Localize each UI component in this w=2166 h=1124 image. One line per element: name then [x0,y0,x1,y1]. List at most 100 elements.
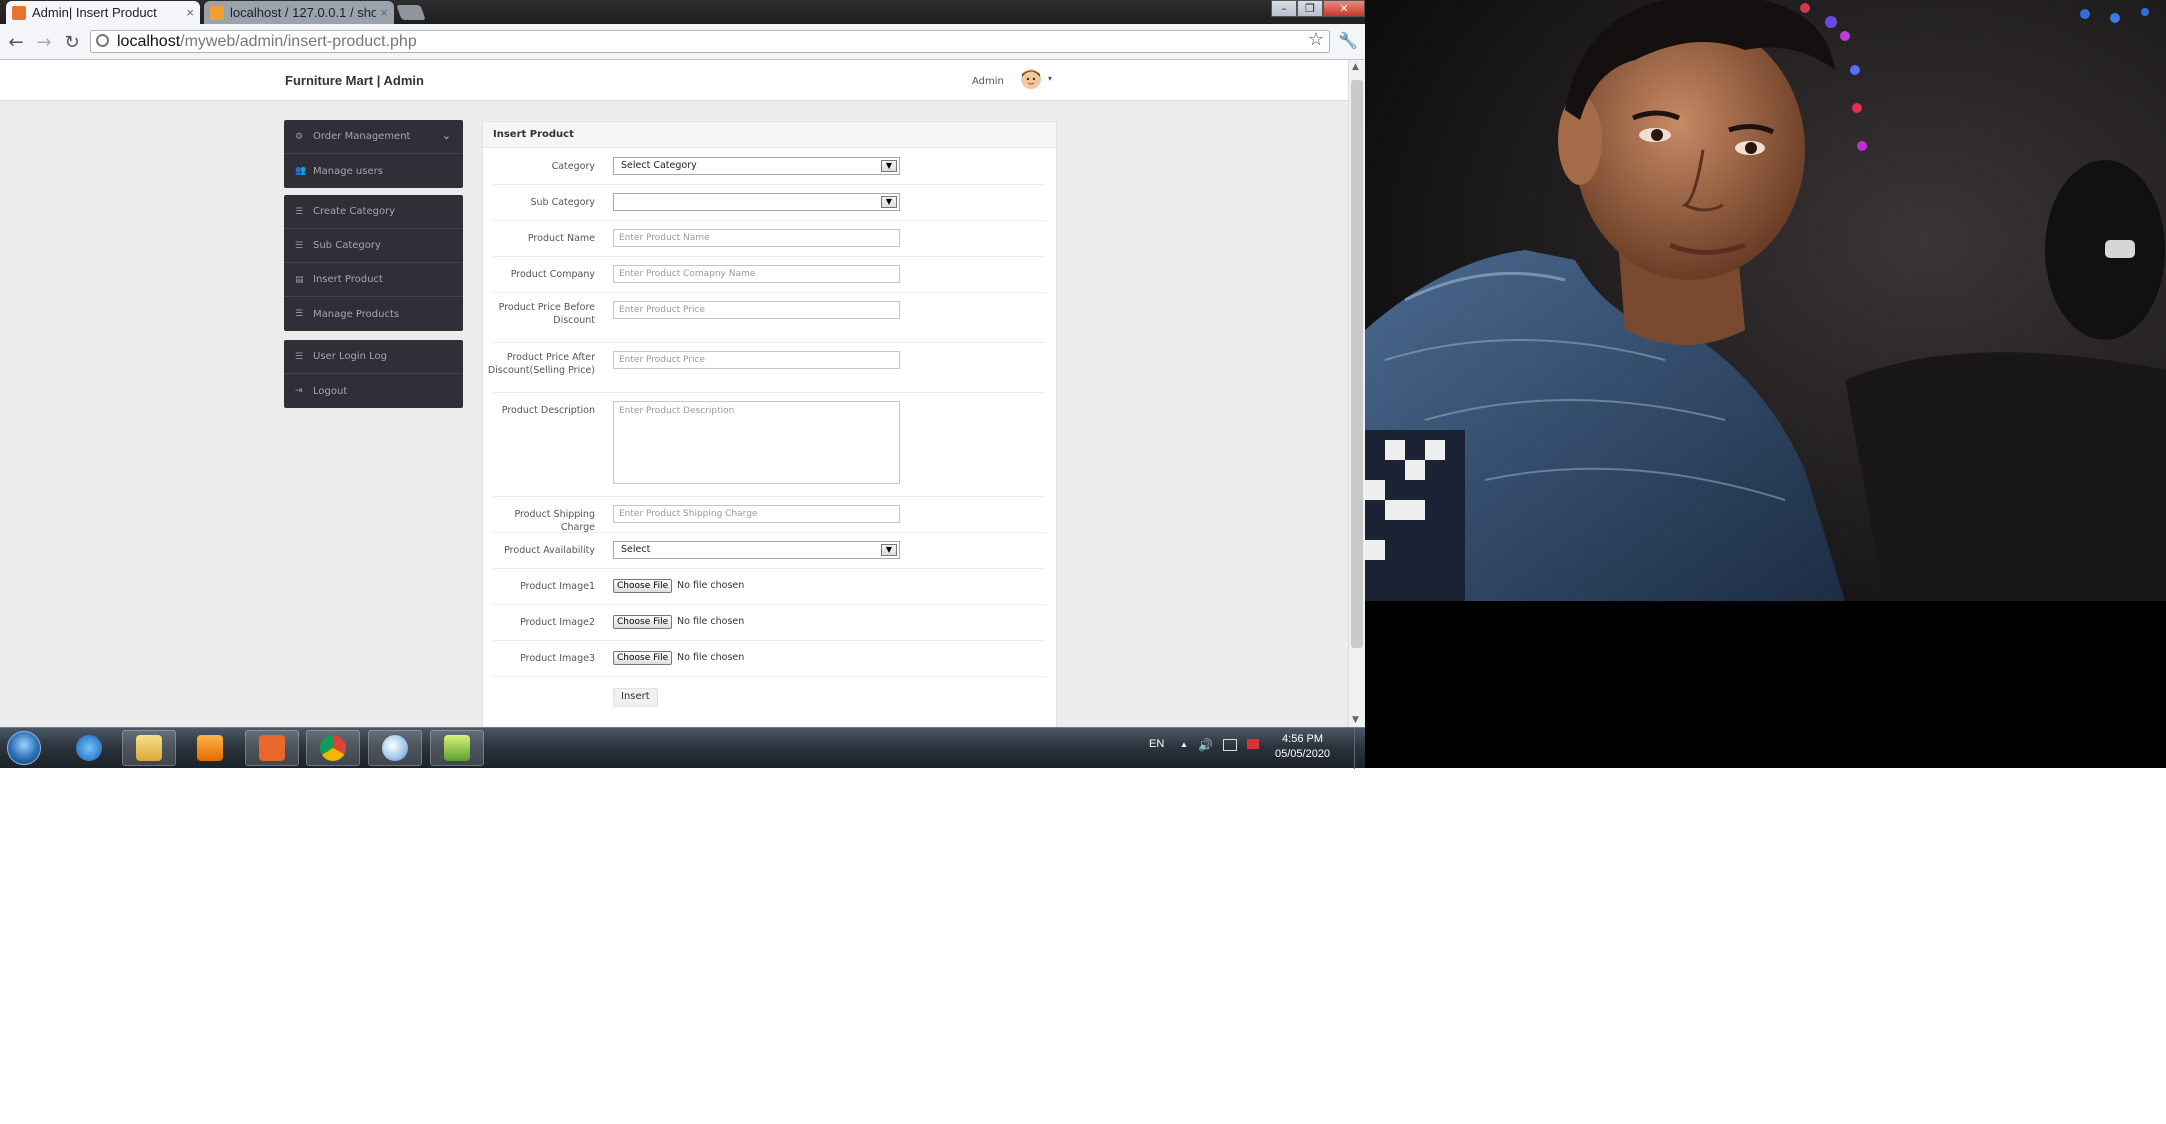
sidebar-item-logout[interactable]: ⇥ Logout [284,374,463,408]
image3-row: Product Image3 Choose File No file chose… [493,640,1046,677]
price-after-label: Product Price After Discount(Selling Pri… [485,351,595,377]
scroll-up-icon[interactable]: ▲ [1352,62,1359,72]
panel-title: Insert Product [483,122,1056,148]
subcategory-row: Sub Category ▼ [493,184,1046,221]
language-indicator[interactable]: EN [1149,738,1164,750]
sidebar-item-label: Order Management [313,131,411,142]
insert-button[interactable]: Insert [613,688,658,707]
sidebar-item-label: Logout [313,385,348,397]
category-select[interactable]: Select Category ▼ [613,157,900,175]
close-tab-icon[interactable]: × [186,5,194,20]
price-before-label-line1: Product Price Before [498,302,595,313]
sidebar-item-insert-product[interactable]: ▤ Insert Product [284,263,463,297]
image2-label: Product Image2 [520,617,595,628]
tab-phpmyadmin[interactable]: localhost / 127.0.0.1 / shopp × [204,1,394,24]
xampp-icon[interactable] [245,730,299,766]
sidebar-item-label: Create Category [313,206,396,217]
image2-row: Product Image2 Choose File No file chose… [493,604,1046,641]
media-player-icon[interactable] [183,730,237,766]
volume-icon[interactable]: 🔊 [1198,738,1213,752]
new-tab-button[interactable] [396,5,426,20]
dropdown-arrow-icon: ▼ [881,544,897,556]
back-arrow-icon[interactable]: ← [6,32,26,53]
page-scrollbar[interactable]: ▲ ▼ [1348,60,1365,727]
image2-file-status: No file chosen [677,616,745,627]
tab-label: localhost / 127.0.0.1 / shopp [230,5,377,20]
avatar[interactable] [1020,68,1042,90]
site-header: Furniture Mart | Admin Admin ▾ [0,60,1348,101]
browser-toolbar: ← → ↻ localhost/myweb/admin/insert-produ… [0,24,1365,60]
address-bar[interactable]: localhost/myweb/admin/insert-product.php [90,30,1330,53]
sidebar-item-manage-products[interactable]: ☰ Manage Products [284,297,463,331]
portrait-photo [1365,0,2166,601]
sidebar-item-user-login-log[interactable]: ☰ User Login Log [284,340,463,374]
image3-label: Product Image3 [520,653,595,664]
start-orb[interactable] [7,731,41,765]
product-name-row: Product Name Enter Product Name [493,220,1046,257]
gear-icon: ⚙ [295,131,304,142]
scroll-down-icon[interactable]: ▼ [1352,715,1359,725]
description-textarea[interactable]: Enter Product Description [613,401,900,484]
charts-app-icon[interactable] [430,730,484,766]
tasks-icon: ☰ [295,240,304,251]
action-center-flag-icon[interactable] [1247,739,1259,749]
close-tab-icon[interactable]: × [380,5,388,20]
image2-choose-file-button[interactable]: Choose File [613,615,673,629]
image1-label: Product Image1 [520,581,595,592]
price-after-row: Product Price After Discount(Selling Pri… [488,342,1046,393]
sidebar-group-account: ☰ User Login Log ⇥ Logout [284,340,463,408]
availability-label: Product Availability [504,545,595,556]
minimize-icon[interactable]: – [1271,0,1297,17]
chrome-icon[interactable] [306,730,360,766]
image1-choose-file-button[interactable]: Choose File [613,579,673,593]
paint-icon[interactable] [368,730,422,766]
price-after-input[interactable]: Enter Product Price [613,351,900,369]
sidebar-item-create-category[interactable]: ☰ Create Category [284,195,463,229]
image3-choose-file-button[interactable]: Choose File [613,651,673,665]
show-hidden-icons-icon[interactable]: ▲ [1180,740,1188,749]
price-before-row: Product Price Before Discount Enter Prod… [493,292,1046,343]
subcategory-label: Sub Category [530,197,596,208]
xampp-favicon-icon [12,5,26,20]
shipping-input[interactable]: Enter Product Shipping Charge [613,505,900,523]
wrench-menu-icon[interactable]: 🔧 [1338,31,1358,50]
price-before-label: Product Price Before Discount [485,301,595,327]
product-company-input[interactable]: Enter Product Comapny Name [613,265,900,283]
tab-admin-insert-product[interactable]: Admin| Insert Product × [6,1,200,24]
sidebar-item-order-management[interactable]: ⚙ Order Management ⌄ [284,120,463,154]
network-icon[interactable] [1223,739,1237,751]
brand-title[interactable]: Furniture Mart | Admin [285,73,424,88]
caret-down-icon[interactable]: ▾ [1048,74,1052,83]
reload-icon[interactable]: ↻ [62,32,82,53]
category-selected-value: Select Category [621,160,697,171]
file-explorer-icon[interactable] [122,730,176,766]
paste-icon: ▤ [295,274,304,285]
page-viewport: Furniture Mart | Admin Admin ▾ ⚙ Order M… [0,60,1348,727]
bookmark-star-icon[interactable]: ☆ [1308,29,1324,50]
price-before-input[interactable]: Enter Product Price [613,301,900,319]
page-info-icon[interactable] [96,34,109,47]
availability-select[interactable]: Select ▼ [613,541,900,559]
subcategory-select[interactable]: ▼ [613,193,900,211]
internet-explorer-icon[interactable] [62,730,116,766]
sidebar-item-sub-category[interactable]: ☰ Sub Category [284,229,463,263]
image1-row: Product Image1 Choose File No file chose… [493,568,1046,605]
scrollbar-thumb[interactable] [1351,80,1363,648]
availability-row: Product Availability Select ▼ [493,532,1046,569]
admin-username[interactable]: Admin [972,76,1004,87]
forward-arrow-icon[interactable]: → [34,32,54,53]
tasks-icon: ☰ [295,206,304,217]
window-controls: – ❐ ✕ [1271,0,1365,17]
sidebar-item-manage-users[interactable]: 👥 Manage users [284,154,463,188]
description-label: Product Description [501,405,595,416]
taskbar-clock[interactable]: 4:56 PM 05/05/2020 [1275,732,1330,762]
close-window-icon[interactable]: ✕ [1323,0,1365,17]
category-row: Category Select Category ▼ [493,148,1046,185]
image1-file-status: No file chosen [677,580,745,591]
sidebar-item-label: Manage Products [313,308,400,320]
restore-icon[interactable]: ❐ [1297,0,1323,17]
sidebar-item-label: Sub Category [313,240,381,251]
tab-strip: Admin| Insert Product × localhost / 127.… [0,0,1365,24]
product-name-input[interactable]: Enter Product Name [613,229,900,247]
image3-file-status: No file chosen [677,652,745,663]
